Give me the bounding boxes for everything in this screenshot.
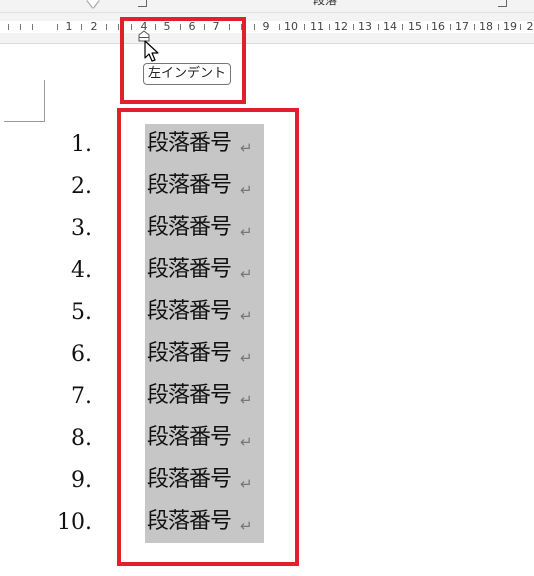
ruler-tick-mark: [520, 24, 521, 30]
ruler-tick-label: 1: [65, 20, 73, 33]
ruler-tick-label: 11: [310, 20, 324, 33]
ruler-tick-label: 2: [526, 20, 534, 33]
ruler-tick-mark: [8, 24, 9, 30]
ribbon-strip: 段落: [0, 0, 534, 13]
list-item-number: 4.: [71, 258, 92, 283]
ruler-tick-label: 13: [358, 20, 372, 33]
ribbon-group-label-paragraph: 段落: [312, 0, 337, 7]
ruler-highlight-box: [120, 17, 246, 104]
list-item-number: 10.: [57, 510, 92, 535]
ruler-tick-mark: [378, 24, 379, 30]
page-corner-mark-vertical: [44, 80, 45, 122]
ruler-tick-mark: [427, 24, 428, 30]
ruler-tick-mark: [498, 24, 499, 30]
list-item-number: 1.: [71, 132, 92, 157]
page-corner-mark-horizontal: [4, 121, 45, 122]
ruler-tick-label: 16: [431, 20, 445, 33]
horizontal-ruler[interactable]: 1 2 4 5 6 7 9 10 11 12 13 14 15 16 17 18 19 2: [0, 13, 534, 44]
list-item-number: 7.: [71, 384, 92, 409]
ruler-tick-mark: [32, 24, 33, 30]
ruler-tick-label: 12: [334, 20, 348, 33]
font-dialog-launcher-icon[interactable]: [138, 0, 147, 7]
ruler-tick-label: 18: [479, 20, 493, 33]
ruler-tick-mark: [329, 24, 330, 30]
ruler-tick-mark: [20, 24, 21, 30]
list-item-number: 8.: [71, 426, 92, 451]
ruler-tick-mark: [450, 24, 451, 30]
ruler-tick-mark: [402, 24, 403, 30]
ruler-tick-label: 14: [383, 20, 397, 33]
ruler-tick-mark: [254, 24, 255, 30]
list-item-number: 2.: [71, 174, 92, 199]
list-item-number: 9.: [71, 468, 92, 493]
ruler-tick-label: 9: [262, 20, 270, 33]
ruler-tick-label: 15: [408, 20, 422, 33]
ruler-tick-mark: [106, 24, 107, 30]
ruler-tick-mark: [304, 24, 305, 30]
first-line-indent-marker-icon[interactable]: [87, 0, 99, 8]
ruler-tick-label: 17: [455, 20, 469, 33]
ruler-tick-mark: [57, 24, 58, 30]
ruler-tick-mark: [474, 24, 475, 30]
ruler-tick-label: 2: [90, 20, 98, 33]
ruler-tick-label: 10: [284, 20, 298, 33]
ruler-tick-mark: [353, 24, 354, 30]
list-item-number: 5.: [71, 300, 92, 325]
list-item-number: 6.: [71, 342, 92, 367]
ruler-tick-mark: [279, 24, 280, 30]
list-item-number: 3.: [71, 216, 92, 241]
ruler-tick-mark: [118, 24, 119, 30]
list-highlight-box: [117, 108, 299, 566]
ruler-tick-label: 19: [503, 20, 517, 33]
paragraph-dialog-launcher-icon[interactable]: [498, 0, 507, 7]
ruler-tick-mark: [81, 24, 82, 30]
document-window: 段落 1 2 4 5 6 7 9 10 11 12 13 14 15 16 17 18 19 2 左インデント 1…: [0, 0, 534, 576]
